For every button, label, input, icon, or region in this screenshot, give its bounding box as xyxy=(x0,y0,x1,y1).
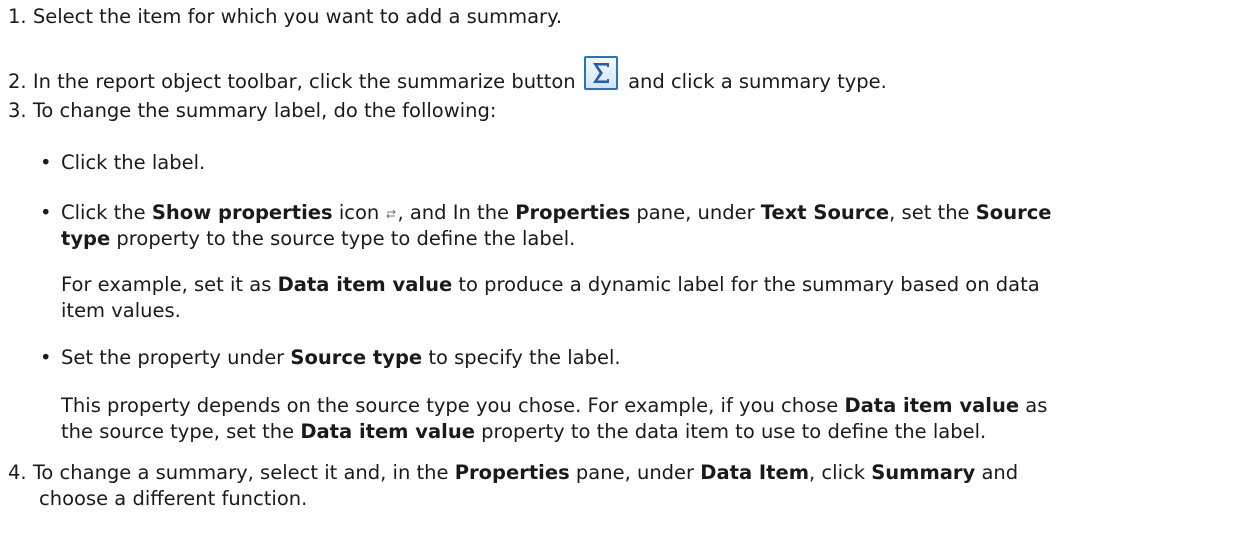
example-paragraph: For example, set it as Data item value t… xyxy=(61,273,1040,296)
note-paragraph-cont: the source type, set the Data item value… xyxy=(61,420,987,443)
bullet-icon: • xyxy=(40,346,52,369)
step-4: 4. To change a summary, select it and, i… xyxy=(8,461,1019,484)
bullet-icon: • xyxy=(40,151,52,174)
bullet-item: Click the label. xyxy=(61,150,205,176)
step-4-cont: choose a different function. xyxy=(39,487,308,510)
sigma-icon xyxy=(583,56,618,90)
step-number: 3. xyxy=(8,99,27,122)
step-1: 1. Select the item for which you want to… xyxy=(8,4,562,30)
bullet-item-cont: type property to the source type to defi… xyxy=(61,227,576,250)
step-text: Select the item for which you want to ad… xyxy=(32,5,563,28)
bullet-icon: • xyxy=(40,201,52,224)
step-text: To change the summary label, do the foll… xyxy=(32,99,497,122)
bullet-item: Set the property under Source type to sp… xyxy=(61,346,621,369)
example-paragraph-cont: item values. xyxy=(61,299,181,322)
step-text: In the report object toolbar, click the … xyxy=(32,70,576,93)
bullet-item: Click the Show properties icon , and In … xyxy=(61,201,1052,224)
step-number: 1. xyxy=(8,5,27,28)
note-paragraph: This property depends on the source type… xyxy=(61,394,1048,417)
step-3: 3. To change the summary label, do the f… xyxy=(8,98,496,124)
bullet-text: Click the label. xyxy=(61,151,206,174)
step-text: and click a summary type. xyxy=(628,70,887,93)
step-number: 4. xyxy=(8,461,27,484)
show-properties-icon xyxy=(385,201,397,219)
step-number: 2. xyxy=(8,70,27,93)
step-2: 2. In the report object toolbar, click t… xyxy=(8,56,887,95)
